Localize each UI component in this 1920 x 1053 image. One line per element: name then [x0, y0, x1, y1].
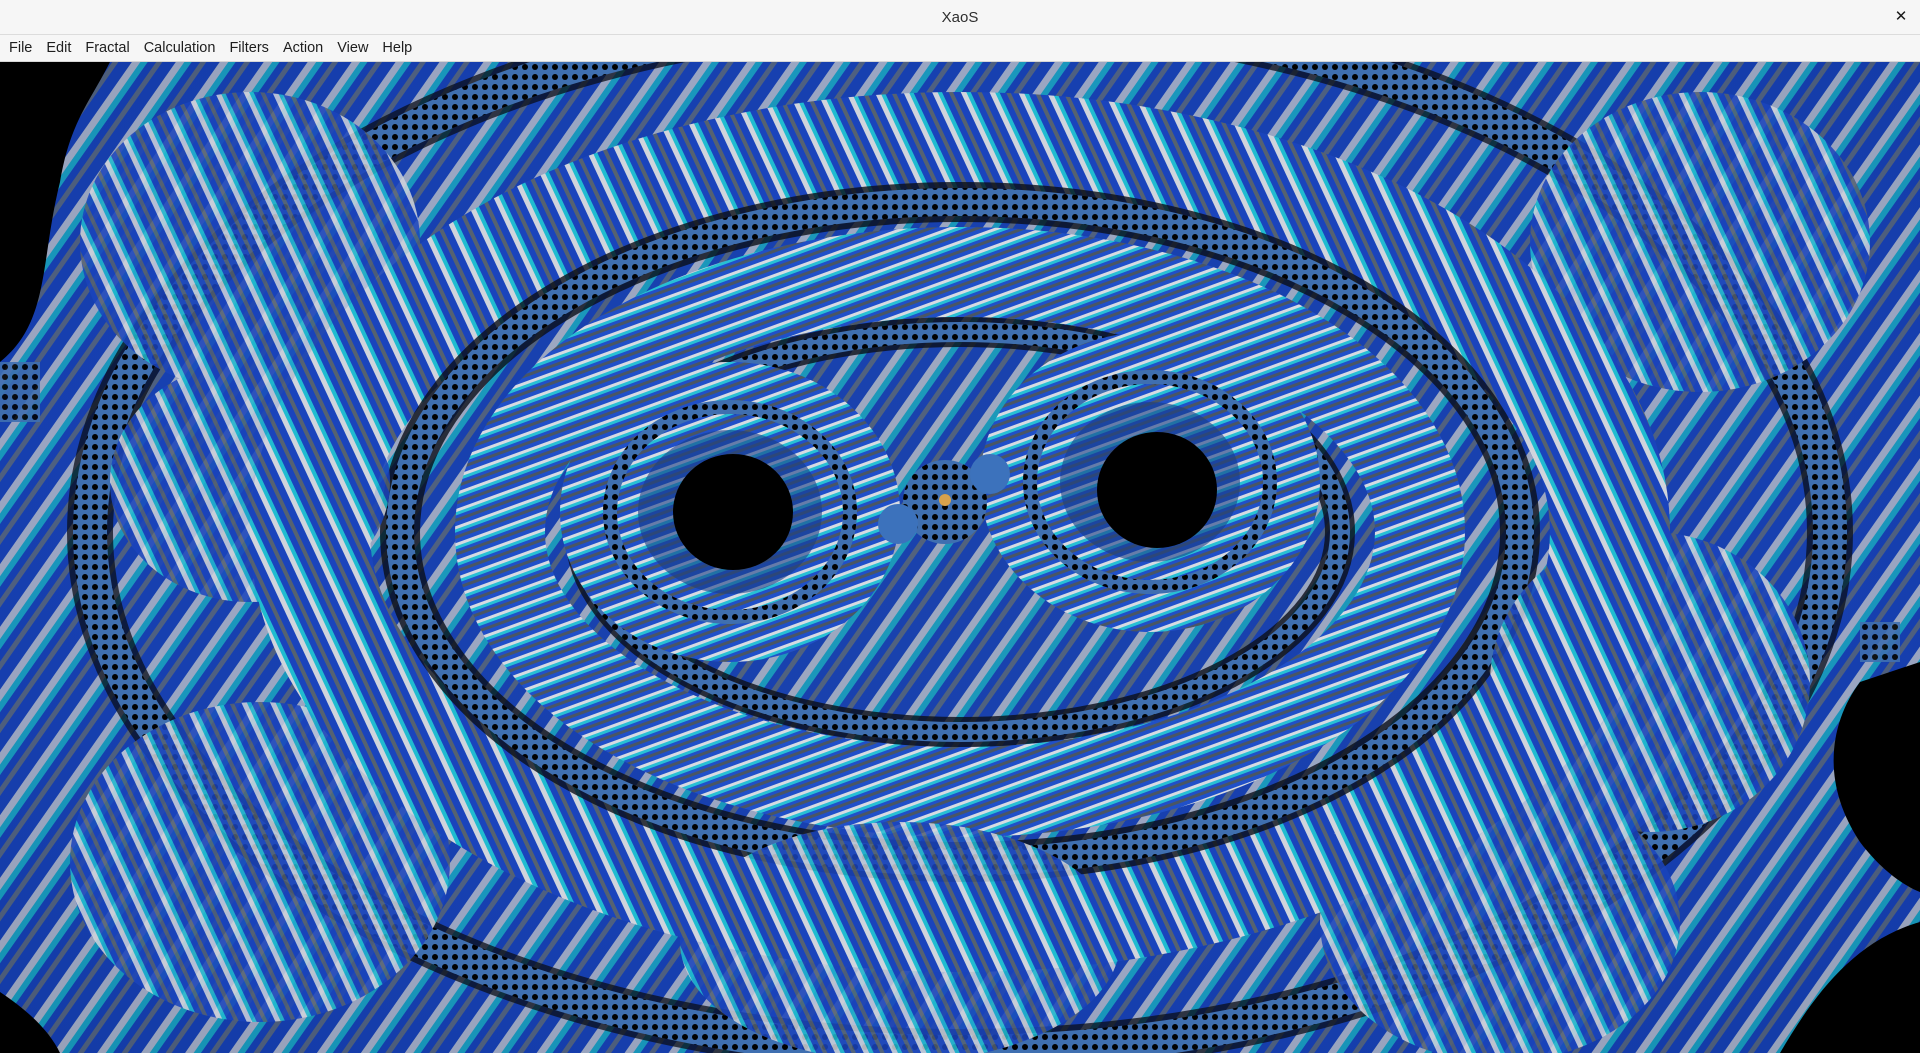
menu-filters[interactable]: Filters [222, 35, 275, 62]
title-bar[interactable]: XaoS ✕ [0, 0, 1920, 35]
menu-calculation[interactable]: Calculation [137, 35, 223, 62]
menu-help[interactable]: Help [375, 35, 419, 62]
close-icon[interactable]: ✕ [1890, 6, 1912, 28]
menu-bar: File Edit Fractal Calculation Filters Ac… [0, 35, 1920, 62]
menu-file[interactable]: File [2, 35, 39, 62]
menu-action[interactable]: Action [276, 35, 330, 62]
fractal-image [0, 62, 1920, 1053]
menu-edit[interactable]: Edit [39, 35, 78, 62]
menu-view[interactable]: View [330, 35, 375, 62]
menu-fractal[interactable]: Fractal [78, 35, 136, 62]
xaos-window: XaoS ✕ File Edit Fractal Calculation Fil… [0, 0, 1920, 1053]
fractal-canvas[interactable] [0, 62, 1920, 1053]
window-title: XaoS [941, 9, 979, 26]
